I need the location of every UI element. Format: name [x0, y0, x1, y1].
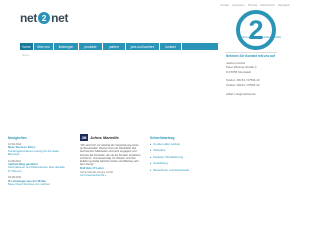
news-item[interactable]: 12.09.2011 Neue Success Story: Kontextgebu… [8, 143, 68, 157]
tagline: [Kompetenz aus Leidenschaft] [239, 35, 281, 39]
nav-item-kontakt[interactable]: kontakt [160, 43, 182, 50]
testimonial-brand: JM Johns Manville [80, 134, 142, 141]
top-link-navigation[interactable]: Navigation [278, 4, 290, 7]
contact-box: Nehmen Sie Kontakt mit uns auf net2net G… [226, 54, 278, 96]
top-link-impressum[interactable]: Impressum [232, 4, 245, 7]
testimonial-brand-name: Johns Manville [90, 135, 119, 140]
johns-manville-logo-icon: JM [80, 134, 88, 141]
shortcut-list: ▸ Kunden aller net2net ▸ Aktuelles ▸ Desktop … [150, 141, 210, 173]
top-link-datenschutz[interactable]: Datenschutz [260, 4, 274, 7]
news-item[interactable]: 11.08.2011 net2net-Blog gestartet Informat… [8, 160, 68, 174]
arrow-right-icon: ▸ [150, 167, 152, 172]
top-link-kontakt[interactable]: Kontakt [220, 4, 229, 7]
breadcrumb[interactable]: Home [22, 53, 29, 57]
nav-item-partner[interactable]: partner [103, 43, 126, 50]
testimonial: JM Johns Manville "Wir sind froh mit net… [80, 134, 142, 177]
nav-item-leistungen[interactable]: leistungen [54, 43, 79, 50]
nav-item-home[interactable]: home [20, 43, 34, 50]
shortcuts-section: Schnellstartseg ▸ Kunden aller net2net ▸ Ak… [150, 136, 210, 173]
divider [225, 52, 277, 53]
top-link-sitemap[interactable]: Sitemap [248, 4, 258, 7]
testimonial-link[interactable]: zum Anwenderbericht » [80, 174, 142, 177]
logo-text-right: net [51, 11, 69, 25]
shortcut-link[interactable]: ▸ Broschüren und Downloads [150, 167, 210, 173]
news-section: Neuigkeiten 12.09.2011 Neue Success Story… [8, 136, 68, 189]
news-body[interactable]: Neue Cloud Services von net2net [8, 182, 68, 186]
news-item[interactable]: 04.08.2011 IT Leistungen aus der Wolke Neu… [8, 176, 68, 186]
contact-email[interactable]: eMail: info@net2net.de [226, 92, 278, 96]
top-links: Kontakt Impressum Sitemap Datenschutz Na… [220, 4, 290, 7]
news-title: Neuigkeiten [8, 136, 27, 140]
news-body[interactable]: Informationen und Diskussionen über aktu… [8, 166, 68, 173]
logo-text-left: net [20, 11, 38, 25]
news-body[interactable]: Kontextgebundenes Leitung für die Saatt … [8, 149, 68, 157]
nav-item-jobs-und-karriere[interactable]: jobs und karriere [126, 43, 160, 50]
site-logo[interactable]: net 2 net [20, 11, 69, 25]
shortcuts-title: Schnellstartseg [150, 136, 175, 140]
contact-title: Nehmen Sie Kontakt mit uns auf [226, 54, 275, 58]
nav-item-produkte[interactable]: produkte [79, 43, 103, 50]
testimonial-body: "Wir sind froh mit net2net der Vereinbar… [80, 144, 142, 167]
main-nav: home über uns leistungen produkte partner job… [20, 43, 218, 50]
hero-number: 2 [248, 14, 264, 45]
hero-number-circle: 2 [236, 10, 276, 50]
nav-item-über-uns[interactable]: über uns [34, 43, 54, 50]
news-list: 12.09.2011 Neue Success Story: Kontextgebu… [8, 143, 68, 186]
logo-circle: 2 [38, 12, 51, 24]
shortcut-label: Broschüren und Downloads [153, 167, 189, 172]
